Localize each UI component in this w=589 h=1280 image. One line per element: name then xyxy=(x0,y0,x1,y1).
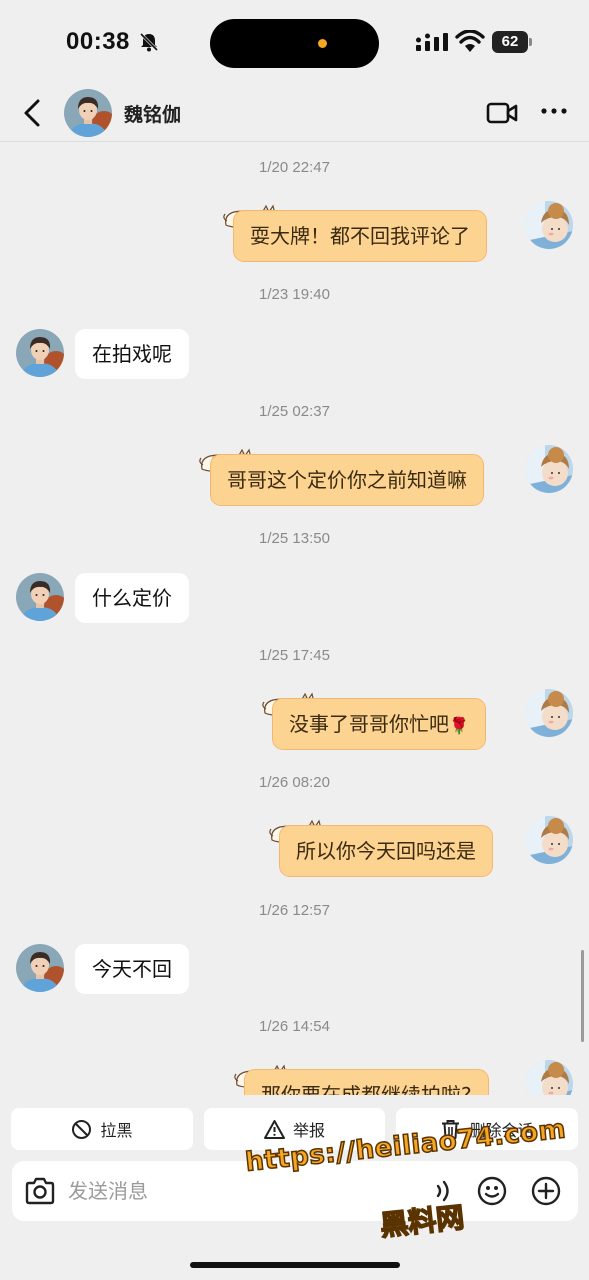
status-time: 00:38 xyxy=(66,28,130,55)
home-indicator[interactable] xyxy=(190,1262,400,1268)
message-timestamp: 1/26 12:57 xyxy=(259,902,330,919)
watermark-name: 黑料网 xyxy=(378,1200,467,1243)
message-input[interactable] xyxy=(68,1173,368,1209)
contact-avatar[interactable] xyxy=(16,573,64,621)
message-timestamp: 1/25 02:37 xyxy=(259,403,330,420)
incoming-message[interactable]: 什么定价 xyxy=(75,573,189,623)
block-icon xyxy=(72,1119,92,1139)
message-timestamp: 1/25 13:50 xyxy=(259,530,330,547)
outgoing-message[interactable]: 没事了哥哥你忙吧🌹 xyxy=(272,698,486,750)
emoji-icon[interactable] xyxy=(476,1175,508,1207)
battery-level: 62 xyxy=(492,31,528,53)
outgoing-message-text: 没事了哥哥你忙吧 xyxy=(289,712,449,736)
outgoing-message[interactable]: 所以你今天回吗还是 xyxy=(279,825,493,877)
my-avatar[interactable] xyxy=(525,201,573,249)
bell-muted-icon xyxy=(139,32,159,52)
signal-icon xyxy=(416,33,448,51)
message-timestamp: 1/23 19:40 xyxy=(259,286,330,303)
back-arrow-icon[interactable] xyxy=(18,96,48,130)
more-icon[interactable] xyxy=(540,106,568,116)
status-bar: 00:38 62 xyxy=(0,0,589,86)
contact-name[interactable]: 魏铭伽 xyxy=(124,100,181,127)
my-avatar[interactable] xyxy=(525,445,573,493)
message-timestamp: 1/25 17:45 xyxy=(259,647,330,664)
contact-avatar[interactable] xyxy=(16,944,64,992)
message-timestamp: 1/20 22:47 xyxy=(259,159,330,176)
privacy-indicator-dot xyxy=(318,39,327,48)
message-timestamp: 1/26 08:20 xyxy=(259,774,330,791)
dynamic-island xyxy=(210,19,379,68)
camera-icon[interactable] xyxy=(24,1176,56,1206)
video-call-icon[interactable] xyxy=(486,100,518,126)
outgoing-message[interactable]: 那你要在成都继续拍啦? xyxy=(244,1069,489,1095)
rose-emoji-icon: 🌹 xyxy=(449,715,469,735)
wifi-icon xyxy=(455,30,485,52)
contact-avatar[interactable] xyxy=(16,329,64,377)
message-list[interactable]: 1/20 22:47 耍大牌！都不回我评论了 1/23 19:40 在拍戏呢 1… xyxy=(0,143,589,1095)
warning-icon xyxy=(263,1119,285,1139)
block-label: 拉黑 xyxy=(100,1121,133,1140)
outgoing-message[interactable]: 哥哥这个定价你之前知道嘛 xyxy=(210,454,484,506)
battery-icon xyxy=(529,38,532,46)
plus-icon[interactable] xyxy=(530,1175,562,1207)
incoming-message[interactable]: 在拍戏呢 xyxy=(75,329,189,379)
my-avatar[interactable] xyxy=(525,689,573,737)
report-label: 举报 xyxy=(292,1121,325,1140)
outgoing-message[interactable]: 耍大牌！都不回我评论了 xyxy=(233,210,487,262)
block-button[interactable]: 拉黑 xyxy=(11,1108,193,1150)
my-avatar[interactable] xyxy=(525,1060,573,1095)
scrollbar[interactable] xyxy=(581,950,584,1042)
my-avatar[interactable] xyxy=(525,816,573,864)
incoming-message[interactable]: 今天不回 xyxy=(75,944,189,994)
message-timestamp: 1/26 14:54 xyxy=(259,1018,330,1035)
chat-header: 魏铭伽 xyxy=(0,86,589,142)
contact-avatar[interactable] xyxy=(64,89,112,137)
